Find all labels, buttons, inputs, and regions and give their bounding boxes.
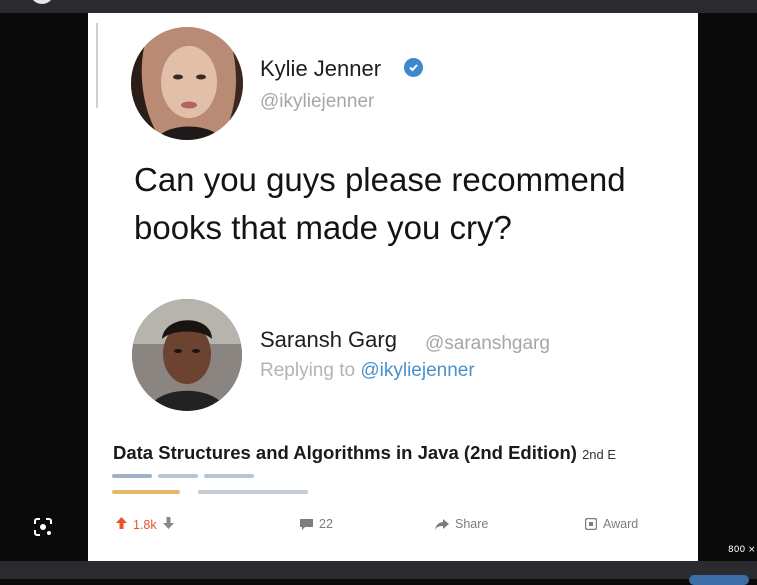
book-title-text: Data Structures and Algorithms in Java (…: [113, 442, 577, 463]
arrow-down-icon: [162, 517, 174, 529]
tweet-text-line: Can you guys please recommend: [134, 161, 626, 198]
tweet-text: Can you guys please recommend books that…: [134, 156, 694, 252]
replying-to: Replying to @ikyliejenner: [260, 360, 475, 382]
share-label: Share: [455, 517, 489, 531]
comment-icon: [300, 518, 313, 530]
award-button[interactable]: Award: [585, 517, 638, 531]
book-edition: 2nd E: [582, 447, 617, 462]
bottom-action-button[interactable]: [689, 575, 749, 585]
image-size-label: 800 ×: [728, 545, 756, 555]
viewer-bottom-bar: [0, 561, 757, 585]
verified-badge-icon: [404, 58, 423, 77]
avatar: [131, 27, 243, 140]
book-title: Data Structures and Algorithms in Java (…: [113, 442, 616, 464]
tweet-author-handle: @ikyliejenner: [260, 91, 375, 112]
award-icon: [585, 518, 597, 530]
lens-icon: [34, 518, 52, 536]
upvote-count: 1.8k: [133, 517, 157, 532]
tweet-text-line: books that made you cry?: [134, 209, 512, 246]
reply-author-name: Saransh Garg: [260, 327, 397, 352]
downvote-button[interactable]: [162, 517, 174, 532]
comments-button[interactable]: 22: [300, 517, 333, 531]
replying-mention-link[interactable]: @ikyliejenner: [360, 360, 474, 381]
comment-count: 22: [319, 517, 333, 531]
reply-author-handle: @saranshgarg: [425, 333, 550, 354]
viewer-top-bar: [0, 0, 757, 13]
arrow-up-icon: [116, 517, 127, 529]
avatar: [132, 299, 242, 411]
tweet-author-name: Kylie Jenner: [260, 56, 382, 81]
upvote-button[interactable]: [116, 517, 127, 532]
share-button[interactable]: Share: [435, 517, 488, 531]
share-icon: [435, 518, 449, 530]
window-control[interactable]: [30, 0, 54, 4]
book-author-blurred: [112, 474, 254, 478]
post-image: Kylie Jenner @ikyliejenner Can you guys …: [88, 13, 698, 561]
replying-prefix: Replying to: [260, 360, 356, 381]
book-rating-blurred: [112, 490, 308, 494]
lens-search-button[interactable]: [32, 516, 54, 538]
post-action-bar: 1.8k 22 Share Award: [88, 513, 698, 537]
tweet-divider: [96, 23, 98, 108]
vote-group: 1.8k: [116, 517, 174, 532]
award-label: Award: [603, 517, 639, 531]
